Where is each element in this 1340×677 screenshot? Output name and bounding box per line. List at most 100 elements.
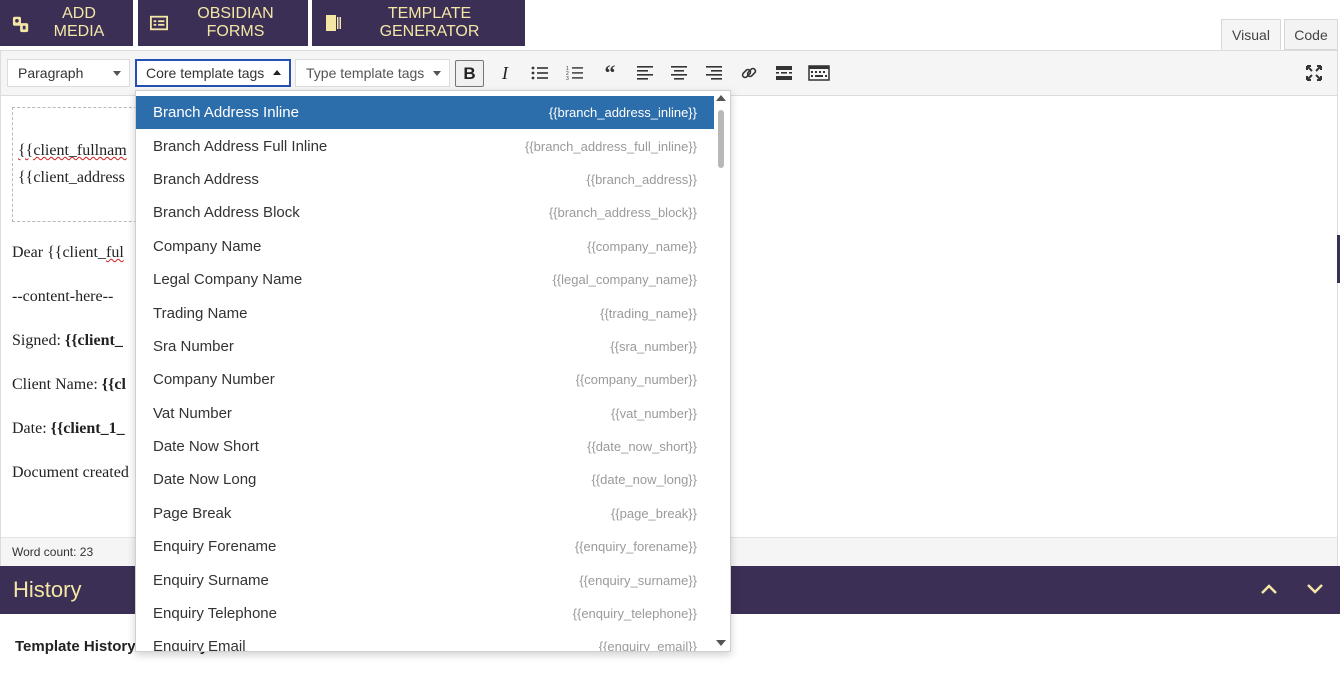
chevron-down-icon (113, 71, 121, 76)
template-tag-label: Branch Address Block (153, 204, 300, 222)
salutation: Dear {{client_ful (12, 244, 124, 261)
numbered-list-button[interactable]: 123 (563, 62, 587, 84)
italic-button[interactable]: I (493, 62, 517, 84)
read-more-button[interactable] (772, 62, 796, 84)
template-tag-label: Legal Company Name (153, 271, 303, 289)
template-tag-code: {{branch_address_full_inline}} (524, 138, 697, 154)
template-tag-option[interactable]: Branch Address Inline {{branch_address_in… (136, 96, 714, 130)
template-tag-option[interactable]: Enquiry Telephone {{enquiry_telephone}} (136, 597, 714, 630)
paragraph-format-select[interactable]: Paragraph (7, 59, 130, 87)
align-center-icon (671, 66, 687, 80)
template-tag-option[interactable]: Company Number {{company_number}} (136, 363, 714, 396)
type-template-tags-label: Type template tags (306, 65, 425, 81)
scrollbar-thumb[interactable] (718, 110, 724, 168)
date-line: Date: {{client_1_ (12, 420, 125, 437)
template-tag-label: Date Now Short (153, 438, 259, 456)
paragraph-format-label: Paragraph (18, 65, 84, 81)
template-tag-option[interactable]: Sra Number {{sra_number}} (136, 330, 714, 363)
tab-visual[interactable]: Visual (1221, 19, 1281, 50)
template-tag-code: {{enquiry_surname}} (579, 572, 697, 588)
template-tag-label: Page Break (153, 504, 232, 522)
address-line-2: {{client_address (18, 169, 125, 186)
chevron-up-icon (1261, 584, 1277, 594)
add-media-label: ADD MEDIA (53, 5, 105, 40)
template-generator-button[interactable]: TEMPLATE GENERATOR (312, 0, 525, 46)
template-tag-label: Enquiry Email (153, 638, 246, 652)
align-left-icon (637, 66, 653, 80)
template-tag-code: {{enquiry_email}} (598, 639, 697, 652)
template-tag-option[interactable]: Branch Address Block {{branch_address_blo… (136, 196, 714, 229)
template-tag-code: {{page_break}} (610, 505, 697, 521)
history-collapse-button[interactable] (1258, 578, 1280, 600)
template-tag-option[interactable]: Vat Number {{vat_number}} (136, 397, 714, 430)
template-tag-code: {{vat_number}} (610, 405, 697, 421)
template-tag-list: Branch Address Inline {{branch_address_in… (136, 96, 714, 652)
template-tag-code: {{company_name}} (587, 238, 697, 254)
obsidian-forms-label: OBSIDIAN FORMS (197, 5, 274, 40)
keyboard-icon (808, 65, 830, 81)
template-tag-label: Branch Address Full Inline (153, 137, 328, 155)
template-tag-code: {{enquiry_telephone}} (572, 606, 697, 622)
template-tag-label: Enquiry Forename (153, 538, 277, 556)
history-title: History (13, 577, 82, 602)
align-right-button[interactable] (702, 62, 726, 84)
core-template-tags-select[interactable]: Core template tags (135, 59, 291, 87)
bold-button[interactable]: B (455, 60, 484, 87)
blockquote-button[interactable]: “ (598, 62, 622, 84)
template-tag-label: Trading Name (153, 304, 248, 322)
link-button[interactable] (737, 62, 761, 84)
template-tag-label: Sra Number (153, 337, 234, 355)
tab-code[interactable]: Code (1284, 19, 1338, 50)
core-template-tags-dropdown[interactable]: Branch Address Inline {{branch_address_in… (135, 90, 731, 652)
add-media-button[interactable]: ADD MEDIA (0, 0, 133, 46)
template-tag-code: {{trading_name}} (600, 305, 697, 321)
template-tag-option[interactable]: Trading Name {{trading_name}} (136, 296, 714, 329)
type-template-tags-select[interactable]: Type template tags (295, 59, 450, 87)
template-tag-code: {{branch_address_block}} (548, 205, 697, 221)
italic-icon: I (502, 62, 508, 83)
template-tag-option[interactable]: Legal Company Name {{legal_company_name}} (136, 263, 714, 296)
obsidian-forms-button[interactable]: OBSIDIAN FORMS (138, 0, 308, 46)
template-tag-option[interactable]: Enquiry Email {{enquiry_email}} (136, 630, 714, 652)
template-tag-option[interactable]: Enquiry Surname {{enquiry_surname}} (136, 563, 714, 596)
template-tag-option[interactable]: Date Now Long {{date_now_long}} (136, 463, 714, 496)
template-tag-code: {{date_now_short}} (587, 439, 697, 455)
signed-line: Signed: {{client_ (12, 332, 123, 349)
chevron-up-icon (273, 70, 281, 75)
svg-text:3: 3 (566, 76, 569, 81)
fullscreen-button[interactable] (1302, 62, 1326, 84)
template-tag-code: {{enquiry_forename}} (574, 539, 697, 555)
align-left-button[interactable] (633, 62, 657, 84)
bullet-list-icon (531, 66, 548, 80)
history-expand-button[interactable] (1304, 578, 1326, 600)
toolbar-toggle-button[interactable] (807, 62, 831, 84)
bullet-list-button[interactable] (528, 62, 552, 84)
template-tag-option[interactable]: Enquiry Forename {{enquiry_forename}} (136, 530, 714, 563)
address-block[interactable] (12, 107, 142, 222)
numbered-list-icon: 123 (566, 66, 583, 81)
scroll-up-icon[interactable] (716, 95, 726, 101)
template-tag-option[interactable]: Branch Address Full Inline {{branch_addre… (136, 129, 714, 162)
chevron-down-icon (1307, 584, 1323, 594)
template-tag-code: {{sra_number}} (610, 338, 697, 354)
template-tag-label: Date Now Long (153, 471, 257, 489)
client-name-line: Client Name: {{cl (12, 376, 126, 393)
document-created-line: Document created (12, 464, 129, 481)
template-tag-code: {{branch_address_inline}} (548, 105, 697, 121)
template-tag-label: Branch Address (153, 170, 259, 188)
template-icon (324, 14, 342, 32)
fullscreen-icon (1306, 65, 1322, 81)
template-tag-label: Enquiry Surname (153, 571, 269, 589)
template-tag-label: Enquiry Telephone (153, 605, 277, 623)
scroll-down-icon[interactable] (716, 640, 726, 646)
template-tag-option[interactable]: Page Break {{page_break}} (136, 497, 714, 530)
template-tag-code: {{legal_company_name}} (552, 272, 697, 288)
template-tag-option[interactable]: Date Now Short {{date_now_short}} (136, 430, 714, 463)
align-center-button[interactable] (667, 62, 691, 84)
core-template-tags-label: Core template tags (146, 65, 265, 81)
content-placeholder: --content-here-- (12, 288, 114, 305)
template-tag-option[interactable]: Company Name {{company_name}} (136, 230, 714, 263)
template-tag-code: {{branch_address}} (586, 171, 697, 187)
template-tag-code: {{date_now_long}} (591, 472, 697, 488)
template-tag-option[interactable]: Branch Address {{branch_address}} (136, 163, 714, 196)
